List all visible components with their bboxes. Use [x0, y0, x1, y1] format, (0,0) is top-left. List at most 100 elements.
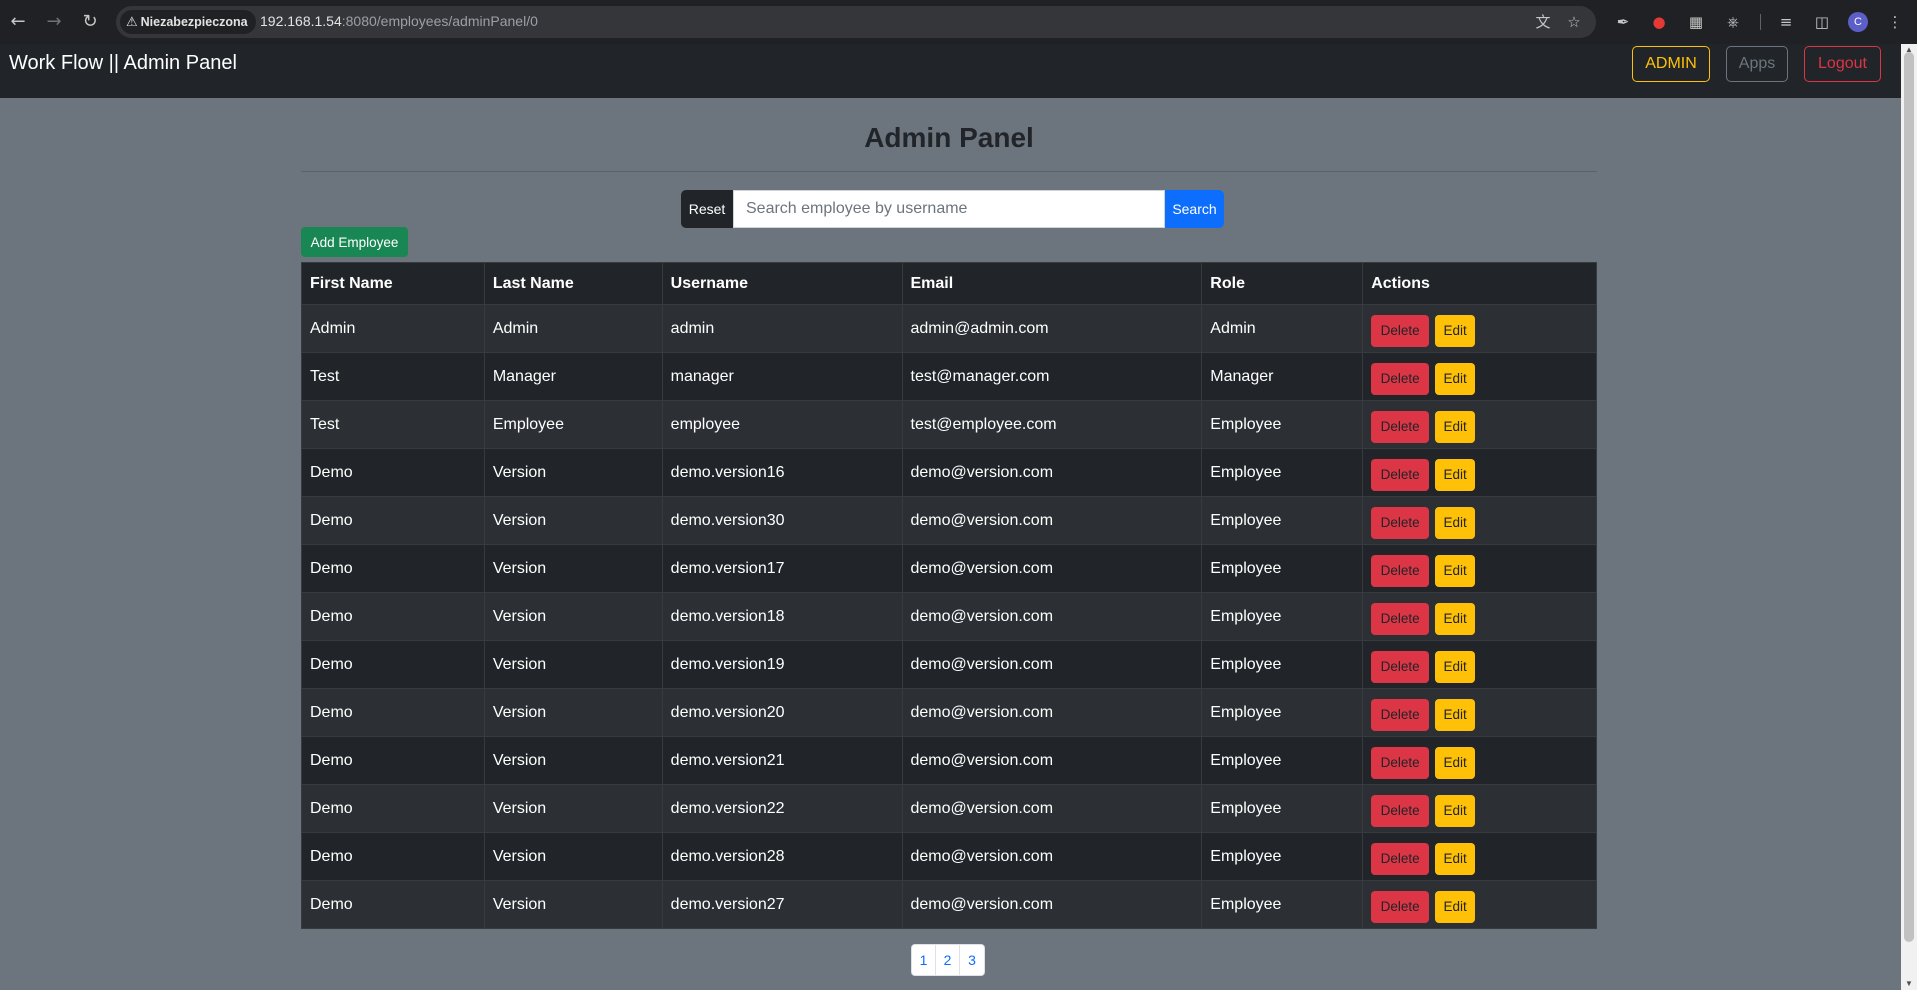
more-menu-icon[interactable]: ⋮	[1884, 11, 1906, 33]
cell-actions: Delete Edit	[1362, 352, 1597, 401]
delete-button[interactable]: Delete	[1371, 602, 1430, 635]
table-row: Demo Version demo.version30 demo@version.co…	[301, 496, 1597, 545]
cell-last-name: Version	[483, 544, 663, 593]
cell-actions: Delete Edit	[1362, 688, 1597, 737]
delete-button[interactable]: Delete	[1371, 506, 1430, 539]
cell-first-name: Demo	[301, 592, 485, 641]
edit-button[interactable]: Edit	[1435, 842, 1476, 875]
cell-first-name: Admin	[301, 304, 485, 353]
cell-username: demo.version16	[661, 448, 903, 497]
delete-button[interactable]: Delete	[1371, 410, 1430, 443]
forward-icon[interactable]: →	[42, 10, 66, 34]
extension-grid-icon[interactable]: ▦	[1685, 11, 1707, 33]
delete-button[interactable]: Delete	[1371, 314, 1430, 347]
cell-first-name: Demo	[301, 544, 485, 593]
logout-button[interactable]: Logout	[1804, 46, 1881, 82]
cell-role: Admin	[1201, 304, 1364, 353]
delete-button[interactable]: Delete	[1371, 458, 1430, 491]
edit-button[interactable]: Edit	[1435, 794, 1476, 827]
security-chip[interactable]: ⚠ Niezabezpieczona	[120, 10, 256, 34]
url-text[interactable]: 192.168.1.54:8080/employees/adminPanel/0	[260, 13, 538, 29]
cell-actions: Delete Edit	[1362, 448, 1597, 497]
delete-button[interactable]: Delete	[1371, 362, 1430, 395]
cell-username: demo.version18	[661, 592, 903, 641]
edit-button[interactable]: Edit	[1435, 314, 1476, 347]
delete-button[interactable]: Delete	[1371, 746, 1430, 779]
cell-username: demo.version17	[661, 544, 903, 593]
page-scrollbar[interactable]: ▲ ▼	[1901, 44, 1917, 990]
edit-button[interactable]: Edit	[1435, 506, 1476, 539]
apps-button[interactable]: Apps	[1726, 46, 1788, 82]
cell-email: demo@version.com	[901, 496, 1203, 545]
cell-email: demo@version.com	[901, 544, 1203, 593]
table-row: Demo Version demo.version16 demo@version.co…	[301, 448, 1597, 497]
extension-pen-icon[interactable]: ✒	[1612, 11, 1634, 33]
translate-icon[interactable]: 文	[1533, 12, 1553, 32]
cell-first-name: Demo	[301, 832, 485, 881]
page-link-2[interactable]: 2	[936, 945, 960, 975]
url-path: :8080/employees/adminPanel/0	[341, 13, 538, 29]
extensions-puzzle-icon[interactable]: ⎈	[1722, 11, 1744, 33]
search-button[interactable]: Search	[1165, 190, 1224, 228]
cell-email: demo@version.com	[901, 640, 1203, 689]
address-bar[interactable]: ⚠ Niezabezpieczona 192.168.1.54:8080/empl…	[116, 6, 1596, 38]
profile-avatar[interactable]: C	[1848, 12, 1868, 32]
add-employee-button[interactable]: Add Employee	[301, 227, 408, 257]
reset-button[interactable]: Reset	[681, 190, 733, 228]
bookmark-star-icon[interactable]: ☆	[1564, 12, 1584, 32]
admin-button[interactable]: ADMIN	[1632, 46, 1710, 82]
back-icon[interactable]: ←	[6, 10, 30, 34]
delete-button[interactable]: Delete	[1371, 794, 1430, 827]
table-row: Demo Version demo.version28 demo@version.co…	[301, 832, 1597, 881]
cell-username: manager	[661, 352, 903, 401]
cell-role: Employee	[1201, 640, 1364, 689]
edit-button[interactable]: Edit	[1435, 554, 1476, 587]
page-link-3[interactable]: 3	[960, 945, 984, 975]
edit-button[interactable]: Edit	[1435, 458, 1476, 491]
cell-last-name: Version	[483, 448, 663, 497]
cell-username: admin	[661, 304, 903, 353]
cell-email: demo@version.com	[901, 736, 1203, 785]
cell-last-name: Version	[483, 496, 663, 545]
header-username: Username	[661, 262, 903, 305]
scroll-down-icon[interactable]: ▼	[1905, 980, 1913, 988]
edit-button[interactable]: Edit	[1435, 890, 1476, 923]
scrollbar-thumb[interactable]	[1904, 52, 1914, 942]
extension-shield-icon[interactable]: ●	[1648, 11, 1670, 33]
employees-table: First Name Last Name Username Email Role…	[301, 262, 1597, 929]
edit-button[interactable]: Edit	[1435, 698, 1476, 731]
delete-button[interactable]: Delete	[1371, 890, 1430, 923]
cell-last-name: Version	[483, 688, 663, 737]
cell-first-name: Demo	[301, 448, 485, 497]
cell-role: Employee	[1201, 592, 1364, 641]
edit-button[interactable]: Edit	[1435, 650, 1476, 683]
delete-button[interactable]: Delete	[1371, 554, 1430, 587]
delete-button[interactable]: Delete	[1371, 650, 1430, 683]
app-navbar: Work Flow || Admin Panel ADMIN Apps Logo…	[0, 44, 1901, 98]
cell-role: Employee	[1201, 400, 1364, 449]
edit-button[interactable]: Edit	[1435, 746, 1476, 779]
table-body: Admin Admin admin admin@admin.com Admin Delet…	[301, 304, 1597, 929]
brand-title[interactable]: Work Flow || Admin Panel	[9, 52, 237, 75]
browser-toolbar: ← → ↻ ⚠ Niezabezpieczona 192.168.1.54:808…	[0, 0, 1917, 44]
cell-username: demo.version30	[661, 496, 903, 545]
page-link-1[interactable]: 1	[912, 945, 936, 975]
cell-first-name: Demo	[301, 736, 485, 785]
cell-username: employee	[661, 400, 903, 449]
media-queue-icon[interactable]: ≡	[1775, 11, 1797, 33]
search-input[interactable]	[733, 190, 1165, 228]
cell-actions: Delete Edit	[1362, 544, 1597, 593]
cell-first-name: Demo	[301, 688, 485, 737]
edit-button[interactable]: Edit	[1435, 602, 1476, 635]
side-panel-icon[interactable]: ◫	[1811, 11, 1833, 33]
edit-button[interactable]: Edit	[1435, 362, 1476, 395]
delete-button[interactable]: Delete	[1371, 842, 1430, 875]
cell-first-name: Test	[301, 400, 485, 449]
delete-button[interactable]: Delete	[1371, 698, 1430, 731]
cell-role: Employee	[1201, 736, 1364, 785]
cell-email: demo@version.com	[901, 448, 1203, 497]
table-row: Demo Version demo.version22 demo@version.co…	[301, 784, 1597, 833]
cell-last-name: Employee	[483, 400, 663, 449]
reload-icon[interactable]: ↻	[78, 10, 102, 34]
edit-button[interactable]: Edit	[1435, 410, 1476, 443]
